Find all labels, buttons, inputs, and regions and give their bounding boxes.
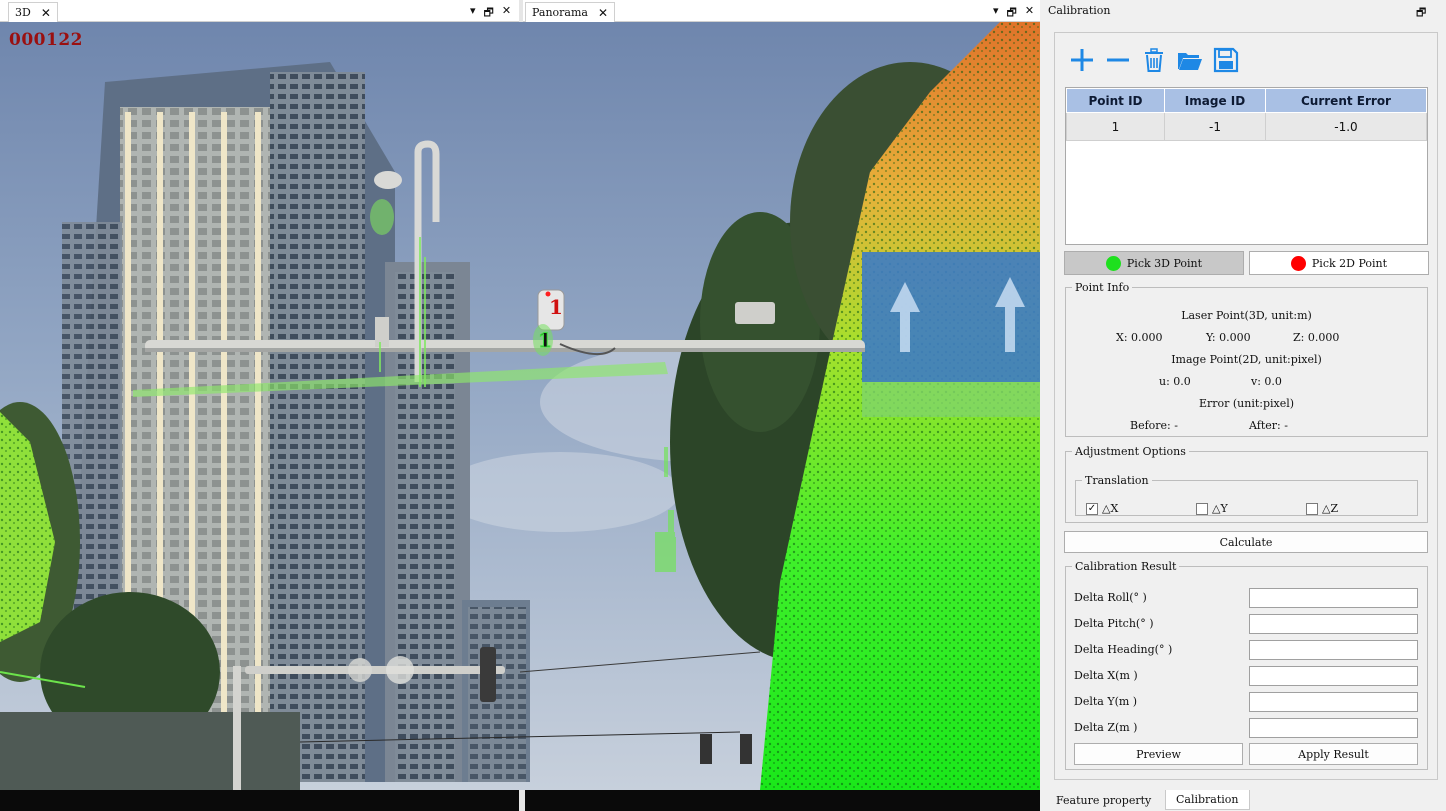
pane-restore-icon[interactable]: 🗗 [484, 4, 494, 23]
delta-roll-label: Delta Roll(° ) [1074, 591, 1147, 604]
delete-icon [1145, 48, 1163, 72]
delta-heading-field[interactable] [1249, 640, 1418, 660]
calibration-title: Calibration [1048, 4, 1111, 17]
delta-heading-label: Delta Heading(° ) [1074, 643, 1173, 656]
calibration-result-legend: Calibration Result [1075, 560, 1177, 573]
checkbox-checked-icon: ✓ [1086, 502, 1098, 515]
marker-2d-label: 1 [538, 328, 552, 352]
adjustment-options-legend: Adjustment Options [1075, 445, 1186, 458]
column-header-image-id[interactable]: Image ID [1164, 88, 1266, 113]
laser-y-value: Y: 0.000 [1206, 331, 1251, 344]
pick-3d-label: Pick 3D Point [1126, 256, 1203, 270]
point-table[interactable]: Point ID Image ID Current Error 1 -1 -1.… [1065, 87, 1428, 245]
table-row[interactable]: 1 -1 -1.0 [1066, 112, 1427, 141]
error-after-value: After: - [1249, 419, 1288, 432]
add-point-icon [1071, 49, 1093, 71]
pick-3d-point-button[interactable]: Pick 3D Point [1064, 251, 1244, 275]
cell-point-id: 1 [1066, 112, 1165, 141]
checkbox-unchecked-icon [1306, 502, 1318, 515]
tab-panorama[interactable]: Panorama ✕ [525, 2, 616, 22]
remove-point-button[interactable] [1105, 47, 1131, 73]
delta-pitch-label: Delta Pitch(° ) [1074, 617, 1154, 630]
pick-2d-point-button[interactable]: Pick 2D Point [1249, 251, 1429, 275]
point-cloud-strip [0, 790, 1040, 811]
delta-z-checkbox[interactable]: △Z [1306, 502, 1338, 515]
calculate-button[interactable]: Calculate [1064, 531, 1428, 553]
pane-close-icon[interactable]: ✕ [1025, 4, 1034, 23]
frame-counter: 000122 [9, 30, 83, 50]
laser-point-title: Laser Point(3D, unit:m) [1181, 309, 1312, 322]
tab-3d-close-icon[interactable]: ✕ [41, 6, 51, 20]
open-button[interactable] [1177, 47, 1203, 73]
delta-pitch-field[interactable] [1249, 614, 1418, 634]
delta-roll-field[interactable] [1249, 588, 1418, 608]
adjustment-options-group: Adjustment Options Translation ✓ △X △Y △… [1065, 445, 1428, 523]
tab-panorama-close-icon[interactable]: ✕ [598, 6, 608, 20]
save-button[interactable] [1213, 47, 1239, 73]
apply-result-button[interactable]: Apply Result [1249, 743, 1418, 765]
bottom-tabbar: Feature property Calibration [1044, 790, 1446, 811]
marker-3d-label: 1 [549, 295, 563, 319]
tab-3d-label: 3D [15, 6, 31, 19]
green-dot-icon [1105, 255, 1121, 271]
delta-z-result-label: Delta Z(m ) [1074, 721, 1138, 734]
red-dot-icon [1290, 255, 1306, 271]
preview-button[interactable]: Preview [1074, 743, 1243, 765]
table-header-row: Point ID Image ID Current Error [1066, 88, 1427, 113]
middle-pane-tabbar: Panorama ✕ ▾ 🗗 ✕ [523, 0, 1040, 22]
laser-z-value: Z: 0.000 [1293, 331, 1340, 344]
tab-panorama-label: Panorama [532, 6, 588, 19]
column-header-point-id[interactable]: Point ID [1066, 88, 1165, 113]
checkbox-unchecked-icon [1196, 502, 1208, 515]
panorama-viewport[interactable]: 1 1 000122 [0, 22, 1040, 790]
calibration-restore-icon[interactable]: 🗗 [1416, 4, 1426, 23]
remove-point-icon [1107, 58, 1129, 62]
tab-3d[interactable]: 3D ✕ [8, 2, 58, 22]
strip-splitter [519, 790, 525, 811]
open-folder-icon [1178, 53, 1202, 70]
delta-x-field[interactable] [1249, 666, 1418, 686]
column-header-current-error[interactable]: Current Error [1265, 88, 1427, 113]
delta-x-result-label: Delta X(m ) [1074, 669, 1138, 682]
save-icon [1213, 47, 1239, 73]
calibration-toolbar [1069, 47, 1239, 73]
translation-legend: Translation [1085, 474, 1149, 487]
add-point-button[interactable] [1069, 47, 1095, 73]
calibration-panel: Point ID Image ID Current Error 1 -1 -1.… [1054, 32, 1438, 780]
pane-dropdown-icon[interactable]: ▾ [470, 4, 476, 23]
delta-x-label: △X [1102, 502, 1119, 515]
error-title: Error (unit:pixel) [1198, 397, 1295, 410]
delta-x-checkbox[interactable]: ✓ △X [1086, 502, 1118, 515]
translation-group: Translation ✓ △X △Y △Z [1075, 474, 1418, 516]
cell-image-id: -1 [1164, 112, 1266, 141]
image-u-value: u: 0.0 [1159, 375, 1191, 388]
image-point-title: Image Point(2D, unit:pixel) [1171, 353, 1322, 366]
middle-pane-controls: ▾ 🗗 ✕ [993, 4, 1034, 23]
image-v-value: v: 0.0 [1251, 375, 1282, 388]
tab-calibration[interactable]: Calibration [1165, 790, 1250, 810]
left-pane-controls: ▾ 🗗 ✕ [470, 4, 511, 23]
pick-2d-label: Pick 2D Point [1311, 256, 1388, 270]
delta-z-label: △Z [1322, 502, 1339, 515]
delta-y-label: △Y [1212, 502, 1228, 515]
pane-dropdown-icon[interactable]: ▾ [993, 4, 999, 23]
pane-close-icon[interactable]: ✕ [502, 4, 511, 23]
cell-current-error: -1.0 [1265, 112, 1427, 141]
point-info-group: Point Info Laser Point(3D, unit:m) X: 0.… [1065, 281, 1428, 437]
pane-restore-icon[interactable]: 🗗 [1007, 4, 1017, 23]
tab-feature-property[interactable]: Feature property [1046, 790, 1161, 810]
delta-z-field[interactable] [1249, 718, 1418, 738]
delete-button[interactable] [1141, 47, 1167, 73]
delta-y-field[interactable] [1249, 692, 1418, 712]
delta-y-result-label: Delta Y(m ) [1074, 695, 1138, 708]
left-pane-tabbar: 3D ✕ ▾ 🗗 ✕ [0, 0, 519, 22]
panorama-image: 1 1 [0, 22, 1040, 790]
delta-y-checkbox[interactable]: △Y [1196, 502, 1228, 515]
laser-x-value: X: 0.000 [1116, 331, 1163, 344]
pane-splitter[interactable] [519, 0, 523, 22]
point-info-legend: Point Info [1075, 281, 1130, 294]
error-before-value: Before: - [1130, 419, 1178, 432]
calibration-result-group: Calibration Result Delta Roll(° ) Delta … [1065, 560, 1428, 770]
